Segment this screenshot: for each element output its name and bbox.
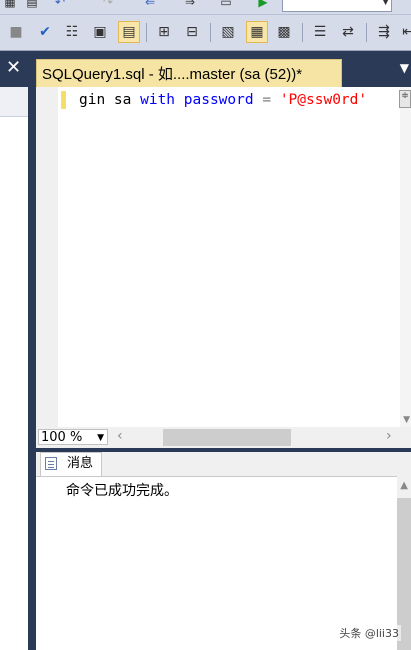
- separator: [210, 23, 211, 42]
- scroll-down-icon[interactable]: ▼: [403, 415, 410, 425]
- tab-title: SQLQuery1.sql - 如....master (sa (52))*: [42, 66, 303, 83]
- zoom-select[interactable]: 100 % ▼: [38, 429, 108, 445]
- chevron-down-icon: ▼: [382, 0, 389, 7]
- indent-icon[interactable]: ⇶: [374, 22, 394, 42]
- tab-sqlquery1[interactable]: SQLQuery1.sql - 如....master (sa (52))*: [36, 59, 342, 88]
- panel-header: [0, 87, 28, 117]
- database-dropdown[interactable]: ▼: [282, 0, 392, 12]
- open-file-icon[interactable]: ▤: [24, 0, 40, 10]
- stop-icon[interactable]: ■: [6, 22, 26, 42]
- display-plan-icon[interactable]: ▣: [90, 22, 110, 42]
- scroll-left-icon[interactable]: ‹: [117, 428, 123, 444]
- results-to-file-icon[interactable]: ▩: [274, 22, 294, 42]
- results-vertical-scrollbar[interactable]: ▲: [397, 476, 411, 650]
- editor-vertical-scrollbar[interactable]: ≑ ▼: [399, 87, 411, 427]
- panel-splitter[interactable]: [28, 87, 36, 650]
- execute-icon[interactable]: ▶: [255, 0, 271, 10]
- comment-icon[interactable]: ☰: [310, 22, 330, 42]
- results-to-grid-icon[interactable]: ▤: [118, 21, 140, 43]
- query-editor[interactable]: gin sa with password = 'P@ssw0rd' ≑ ▼: [36, 87, 411, 427]
- results-pane: 消息 命令已成功完成。 ▲: [36, 452, 411, 650]
- navigate-forward-icon[interactable]: ⇒: [182, 0, 198, 10]
- close-icon[interactable]: ✕: [6, 57, 21, 78]
- separator: [146, 23, 147, 42]
- client-stats-icon[interactable]: ⊟: [182, 22, 202, 42]
- document-tab-strip: ✕ SQLQuery1.sql - 如....master (sa (52))*…: [0, 51, 411, 88]
- screen-icon[interactable]: ▭: [218, 0, 234, 10]
- keyword-password: password: [183, 92, 254, 108]
- editor-gutter: [36, 87, 58, 427]
- results-grid-icon[interactable]: ▦: [246, 21, 268, 43]
- operator-equals: =: [262, 92, 272, 108]
- parse-icon[interactable]: ☷: [62, 22, 82, 42]
- unsaved-change-marker: [61, 91, 66, 109]
- result-message: 命令已成功完成。: [66, 483, 178, 499]
- zoom-value: 100 %: [41, 430, 83, 445]
- horizontal-scroll-thumb[interactable]: [163, 429, 291, 446]
- undo-icon[interactable]: ↶: [52, 0, 68, 10]
- toolbar-top: ▦ ▤ ↶ ↷ ⇐ ⇒ ▭ ▶ ▼: [0, 0, 411, 15]
- scroll-up-icon[interactable]: ▲: [400, 480, 408, 491]
- scroll-right-icon[interactable]: ›: [386, 428, 392, 444]
- toolbar-sql-editor: ■ ✔ ☷ ▣ ▤ ⊞ ⊟ ▧ ▦ ▩ ☰ ⇄ ⇶ ⇤: [0, 15, 411, 51]
- separator: [302, 23, 303, 42]
- editor-status-bar: 100 % ▼ ‹ ›: [36, 427, 411, 448]
- watermark: 头条 @lii33: [337, 625, 401, 641]
- string-literal: 'P@ssw0rd': [279, 92, 368, 108]
- code-line[interactable]: gin sa with password = 'P@ssw0rd': [79, 91, 367, 109]
- new-query-icon[interactable]: ▦: [2, 0, 18, 10]
- uncomment-icon[interactable]: ⇄: [338, 22, 358, 42]
- keyword-with: with: [140, 92, 176, 108]
- results-tab-strip: 消息: [36, 452, 411, 477]
- object-explorer-panel: [0, 87, 28, 650]
- chevron-down-icon: ▼: [97, 433, 104, 443]
- separator: [366, 23, 367, 42]
- tab-messages[interactable]: 消息: [40, 452, 102, 476]
- tab-messages-label: 消息: [67, 456, 94, 471]
- messages-icon: [45, 457, 57, 470]
- redo-icon[interactable]: ↷: [100, 0, 116, 10]
- outdent-icon[interactable]: ⇤: [398, 22, 411, 42]
- include-plan-icon[interactable]: ⊞: [154, 22, 174, 42]
- results-to-text-icon[interactable]: ▧: [218, 22, 238, 42]
- split-handle-icon[interactable]: ≑: [399, 90, 411, 108]
- navigate-back-icon[interactable]: ⇐: [142, 0, 158, 10]
- check-icon[interactable]: ✔: [35, 22, 55, 42]
- code-text: gin sa: [79, 92, 141, 108]
- chevron-down-icon[interactable]: ▼: [400, 61, 409, 75]
